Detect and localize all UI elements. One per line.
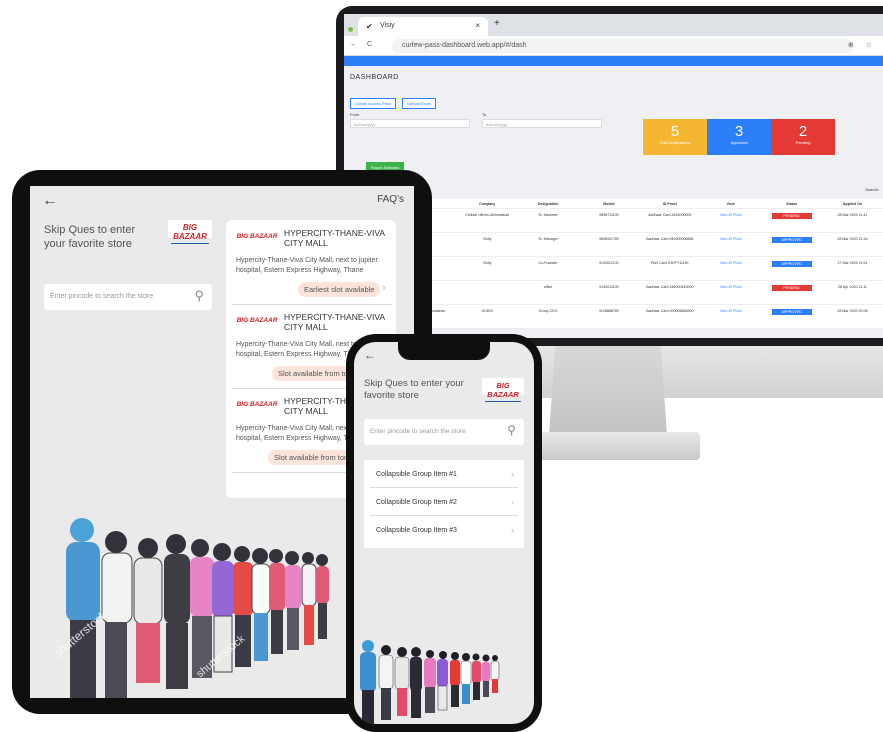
view-id-link[interactable]: View ID Proof (700, 309, 761, 313)
status-badge[interactable]: APPROVED (771, 261, 812, 267)
monitor-base (520, 432, 700, 460)
list-item[interactable]: Collapsible Group Item #1 › (370, 462, 518, 488)
divider (232, 304, 392, 305)
browser-tab[interactable]: ✔ Visiy × (358, 17, 488, 36)
col-view[interactable]: View (700, 202, 761, 206)
view-id-link[interactable]: View ID Proof (700, 285, 761, 289)
collapsible-list: Collapsible Group Item #1 › Collapsible … (364, 460, 524, 548)
store-address: Hypercity-Thane-Viva City Mall, next to … (236, 257, 378, 274)
to-label: To (482, 112, 487, 117)
from-label: From (350, 112, 360, 117)
col-company[interactable]: Company (457, 202, 518, 206)
big-bazaar-logo: BIG BAZAAR (482, 378, 524, 402)
table-search-label: Search: (865, 187, 879, 192)
stat-approved: 3 Approved (707, 119, 771, 155)
chevron-right-icon: › (511, 497, 514, 507)
table-row[interactable]: Rohit Nawar Visity Sr. Manager 989840178… (404, 233, 883, 257)
table-row[interactable]: Bhargav Raghuvaishan GUDDI Group CEO 912… (404, 305, 883, 329)
list-item[interactable]: Collapsible Group Item #3 › (370, 518, 518, 544)
status-badge[interactable]: PENDING (771, 285, 812, 291)
close-tab-icon[interactable]: × (475, 21, 480, 30)
page-title: DASHBOARD (350, 74, 399, 81)
upload-excel-button[interactable]: Upload Excel (402, 98, 436, 109)
status-badge[interactable]: APPROVED (771, 237, 812, 243)
dashboard-actions: Create Access Pass Upload Excel (350, 92, 438, 110)
phone-notch (398, 342, 490, 360)
table-row[interactable]: Jay Jain office 9130011100 Aadhaar Card … (404, 281, 883, 305)
search-icon[interactable]: ⚲ (194, 288, 204, 304)
table-row[interactable]: Jil Thakar Visity Co-Founder 9130012131 … (404, 257, 883, 281)
applications-table: Name Company Designation Mobile ID Proof… (404, 199, 883, 329)
faq-link[interactable]: FAQ's (377, 194, 404, 205)
col-mobile[interactable]: Mobile (579, 202, 640, 206)
tab-title: Visiy (380, 22, 395, 29)
back-arrow-icon[interactable]: ← (42, 192, 58, 210)
col-designation[interactable]: Designation (518, 202, 579, 206)
table-row[interactable]: Vinay Varma Cellular offices Ahmedabad S… (404, 209, 883, 233)
big-bazaar-logo: BIG BAZAAR (236, 400, 278, 411)
view-id-link[interactable]: View ID Proof (700, 237, 761, 241)
phone-device: ← Skip Ques to enter your favorite store… (346, 334, 542, 732)
slot-badge: Earliest slot available (298, 282, 381, 297)
col-status[interactable]: Status (761, 202, 822, 206)
phone-screen: ← Skip Ques to enter your favorite store… (354, 342, 534, 724)
col-id-proof[interactable]: ID Proof (639, 202, 700, 206)
create-pass-button[interactable]: Create Access Pass (350, 98, 396, 109)
app-header-bar (344, 56, 883, 66)
from-date-input[interactable]: dd/mm/yyyy (350, 119, 470, 128)
browser-tabbar: ✔ Visiy × + (344, 14, 883, 36)
nav-buttons[interactable]: ← C (350, 41, 376, 48)
url-input[interactable]: curfew-pass-dashboard.web.app/#/dash (392, 39, 853, 53)
view-id-link[interactable]: View ID Proof (700, 261, 761, 265)
extension-icons[interactable]: ⊕ ☆ (848, 41, 877, 49)
col-applied-on[interactable]: Applied On (822, 202, 883, 206)
address-bar: ← C curfew-pass-dashboard.web.app/#/dash… (344, 36, 883, 56)
favicon-icon: ✔ (366, 22, 373, 31)
pincode-search-input[interactable]: Enter pincode to search the store ⚲ (44, 284, 212, 310)
status-badge[interactable]: PENDING (771, 213, 812, 219)
chevron-right-icon: › (511, 469, 514, 479)
new-tab-button[interactable]: + (494, 18, 500, 29)
store-name: HYPERCITY-THANE-VIVA CITY MALL (284, 228, 385, 248)
page-title: Skip Ques to enter your favorite store (44, 224, 136, 250)
search-icon[interactable]: ⚲ (507, 423, 516, 437)
pincode-search-input[interactable]: Enter pincode to search the store ⚲ (364, 419, 524, 445)
back-arrow-icon[interactable]: ← (364, 348, 376, 362)
big-bazaar-logo: BIG BAZAAR (236, 316, 278, 327)
big-bazaar-logo: BIG BAZAAR (236, 232, 278, 243)
chevron-right-icon: › (511, 525, 514, 535)
window-controls[interactable] (348, 19, 355, 37)
list-item[interactable]: Collapsible Group Item #2 › (370, 490, 518, 516)
view-id-link[interactable]: View ID Proof (700, 213, 761, 217)
stat-total: 5 Total Applications (643, 119, 707, 155)
page-title: Skip Ques to enter your favorite store (364, 378, 464, 401)
store-name: HYPERCITY-THANE-VIVA CITY MALL (284, 312, 385, 332)
chevron-right-icon[interactable]: › (382, 282, 386, 294)
to-date-input[interactable]: dd/mm/yyyy (482, 119, 602, 128)
table-header: Name Company Designation Mobile ID Proof… (404, 199, 883, 209)
big-bazaar-logo: BIG BAZAAR (168, 220, 212, 244)
stat-pending: 2 Pending (771, 119, 835, 155)
queue-illustration (360, 640, 500, 724)
status-badge[interactable]: APPROVED (771, 309, 812, 315)
